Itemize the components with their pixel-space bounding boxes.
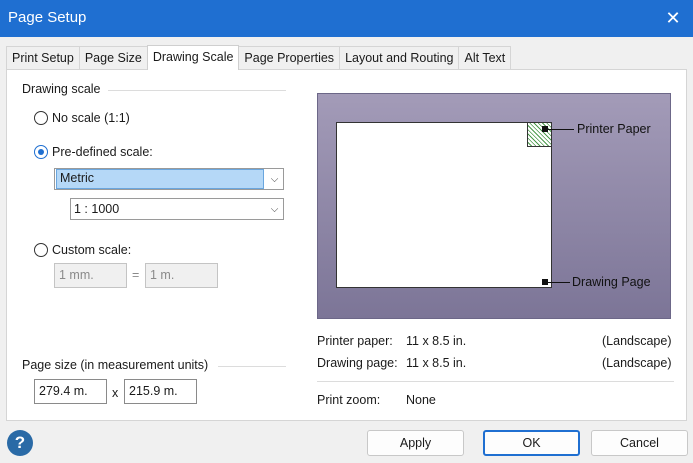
scale-category-dropdown[interactable]: Metric ⌵	[54, 168, 284, 190]
drawing-page-size: 11 x 8.5 in.	[406, 356, 467, 370]
info-separator	[317, 381, 674, 382]
custom-scale-radio[interactable]: Custom scale:	[34, 243, 131, 257]
cancel-button[interactable]: Cancel	[591, 430, 688, 456]
equals-sign: =	[132, 268, 140, 282]
custom-scale-label: Custom scale:	[52, 243, 132, 257]
page-size-group-label: Page size (in measurement units)	[22, 358, 209, 372]
drawing-page-callout: Drawing Page	[572, 275, 651, 289]
print-zoom-value: None	[406, 393, 436, 407]
window-title: Page Setup	[8, 9, 87, 26]
printer-paper-callout: Printer Paper	[577, 122, 651, 136]
page-height-input[interactable]: 215.9 m.	[124, 379, 197, 404]
scale-category-value: Metric	[56, 169, 264, 189]
print-zoom-label: Print zoom:	[317, 393, 381, 407]
tab-print-setup[interactable]: Print Setup	[6, 46, 80, 70]
scale-ratio-value: 1 : 1000	[74, 202, 120, 216]
drawing-page-preview	[336, 122, 552, 288]
chevron-down-icon: ⌵	[265, 169, 283, 189]
group-separator	[108, 90, 286, 91]
tab-page-properties[interactable]: Page Properties	[238, 46, 341, 70]
printer-paper-leader-line	[548, 129, 574, 130]
title-bar: Page Setup ✕	[0, 0, 693, 37]
close-icon[interactable]: ✕	[653, 0, 693, 37]
tab-strip: Print Setup Page Size Drawing Scale Page…	[6, 45, 512, 70]
drawing-page-leader-line	[548, 282, 570, 283]
group-separator	[218, 366, 286, 367]
radio-circle	[34, 111, 48, 125]
predefined-scale-label: Pre-defined scale:	[52, 145, 153, 159]
printer-paper-size: 11 x 8.5 in.	[406, 334, 467, 348]
custom-scale-right-input[interactable]: 1 m.	[145, 263, 218, 288]
times-sign: x	[112, 386, 119, 400]
no-scale-label: No scale (1:1)	[52, 111, 130, 125]
help-icon[interactable]: ?	[7, 430, 33, 456]
tab-drawing-scale[interactable]: Drawing Scale	[146, 45, 240, 70]
drawing-page-label: Drawing page:	[317, 356, 398, 370]
ok-button[interactable]: OK	[483, 430, 580, 456]
radio-circle	[34, 243, 48, 257]
custom-scale-left-input[interactable]: 1 mm.	[54, 263, 127, 288]
scale-ratio-dropdown[interactable]: 1 : 1000 ⌵	[70, 198, 284, 220]
tab-page-size[interactable]: Page Size	[78, 46, 148, 70]
drawing-scale-group-label: Drawing scale	[22, 82, 101, 96]
radio-circle-checked	[34, 145, 48, 159]
chevron-down-icon: ⌵	[265, 199, 283, 219]
printer-paper-orientation: (Landscape)	[602, 334, 672, 348]
page-width-input[interactable]: 279.4 m.	[34, 379, 107, 404]
printer-paper-label: Printer paper:	[317, 334, 393, 348]
predefined-scale-radio[interactable]: Pre-defined scale:	[34, 145, 153, 159]
drawing-page-orientation: (Landscape)	[602, 356, 672, 370]
tab-alt-text[interactable]: Alt Text	[458, 46, 512, 70]
apply-button[interactable]: Apply	[367, 430, 464, 456]
tab-layout-and-routing[interactable]: Layout and Routing	[339, 46, 460, 70]
no-scale-radio[interactable]: No scale (1:1)	[34, 111, 130, 125]
